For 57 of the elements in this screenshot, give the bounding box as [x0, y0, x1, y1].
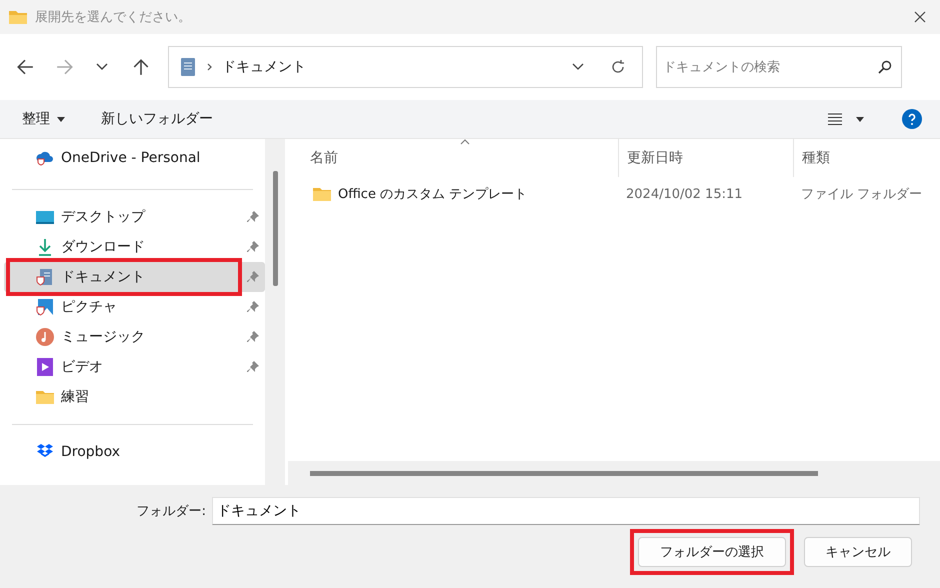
table-cell-text: 2024/10/02 15:11	[625, 186, 744, 202]
document-icon	[36, 268, 54, 286]
refresh-icon[interactable]	[610, 59, 626, 75]
close-icon[interactable]	[914, 11, 926, 23]
sidebar-item[interactable]: デスクトップ	[4, 202, 265, 232]
sidebar-item[interactable]: ピクチャ	[4, 292, 265, 322]
dialog-button[interactable]: キャンセル	[804, 537, 912, 567]
file-name: Office のカスタム テンプレート	[338, 186, 528, 203]
video-icon	[36, 358, 54, 376]
folder-input-field[interactable]: ドキュメント	[212, 497, 920, 525]
pin-icon[interactable]	[247, 361, 259, 373]
desktop-icon	[36, 208, 54, 226]
music-note-icon	[36, 328, 54, 346]
cloud-icon	[36, 149, 54, 167]
caret-icon[interactable]	[856, 116, 864, 122]
scrollbar-thumb[interactable]	[310, 470, 818, 476]
sort-caret-icon	[460, 139, 470, 145]
help-icon[interactable]	[902, 109, 922, 129]
scrollbar-thumb[interactable]	[272, 171, 278, 286]
pin-icon[interactable]	[247, 331, 259, 343]
sidebar-item[interactable]: ミュージック	[4, 322, 265, 352]
chevron-down-icon[interactable]	[572, 63, 584, 71]
chevron-right-icon	[207, 63, 212, 71]
window-title: 展開先を選んでください。	[35, 9, 191, 26]
search-icon	[878, 60, 892, 74]
sidebar-item[interactable]: ビデオ	[4, 352, 265, 382]
file-row[interactable]: Office のカスタム テンプレート 2024/10/02 15:11 ファイル フォルダー	[288, 177, 940, 211]
folder-icon	[36, 388, 54, 406]
folder-icon	[313, 187, 331, 201]
view-menu-icon[interactable]	[828, 113, 842, 125]
field-label: フォルダー:	[136, 503, 206, 520]
caret-icon	[57, 116, 65, 122]
download-icon	[36, 238, 54, 256]
table-cell-text: ファイル フォルダー	[800, 186, 924, 203]
breadcrumb-item[interactable]: ドキュメント	[222, 58, 306, 76]
pin-icon[interactable]	[247, 241, 259, 253]
chevron-down-icon[interactable]	[96, 63, 108, 71]
column-header[interactable]: 種類	[793, 139, 940, 177]
back-arrow-icon[interactable]	[16, 58, 34, 76]
document-icon	[181, 58, 195, 76]
address-bar[interactable]: ドキュメント	[168, 46, 643, 88]
search-field[interactable]: ドキュメントの検索	[656, 46, 902, 88]
column-header[interactable]: 名前	[288, 139, 618, 177]
toolbar-button[interactable]: 新しいフォルダー	[93, 106, 221, 132]
dialog-button[interactable]: フォルダーの選択	[638, 537, 786, 567]
sidebar-item[interactable]: 練習	[4, 382, 265, 412]
pin-icon[interactable]	[247, 301, 259, 313]
picture-icon	[36, 298, 54, 316]
sidebar-item[interactable]: Dropbox	[4, 437, 265, 467]
up-arrow-icon[interactable]	[132, 58, 150, 76]
pin-icon[interactable]	[247, 271, 259, 283]
column-header[interactable]: 更新日時	[618, 139, 793, 177]
folder-icon	[9, 10, 27, 24]
pin-icon[interactable]	[247, 211, 259, 223]
toolbar-button[interactable]: 整理	[14, 106, 73, 132]
sidebar-item[interactable]: ダウンロード	[4, 232, 265, 262]
sidebar-item[interactable]: OneDrive - Personal	[4, 143, 265, 173]
